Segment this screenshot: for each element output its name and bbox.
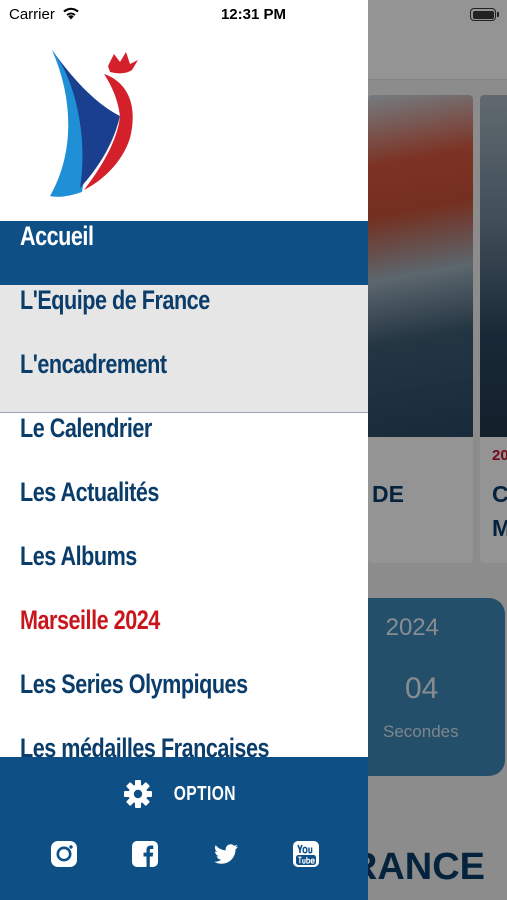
facebook-icon[interactable] — [131, 840, 159, 868]
menu-item-marseille-2024[interactable]: Marseille 2024 — [0, 605, 368, 669]
sailing-team-logo — [50, 50, 138, 197]
status-bar: Carrier 12:31 PM — [0, 0, 507, 30]
menu-item-label: Marseille 2024 — [20, 605, 160, 635]
option-button[interactable]: OPTION — [0, 777, 368, 811]
instagram-icon[interactable] — [50, 840, 78, 868]
menu-item-actualites[interactable]: Les Actualités — [0, 477, 368, 541]
menu-item-label: Les Albums — [20, 541, 137, 571]
menu-item-label: Accueil — [20, 221, 94, 251]
menu-item-label: Le Calendrier — [20, 413, 152, 443]
twitter-icon[interactable] — [212, 840, 240, 868]
status-time: 12:31 PM — [220, 6, 287, 23]
menu-item-label: Les Actualités — [20, 477, 159, 507]
battery-icon — [470, 8, 499, 21]
menu-item-encadrement[interactable]: L'encadrement — [0, 349, 368, 413]
gear-icon — [124, 780, 153, 808]
menu-item-accueil[interactable]: Accueil — [0, 221, 368, 285]
menu-item-calendrier[interactable]: Le Calendrier — [0, 413, 368, 477]
drawer-footer: OPTION — [0, 757, 368, 900]
menu-item-label: L'encadrement — [20, 349, 167, 379]
menu-item-label: L'Equipe de France — [20, 285, 210, 315]
menu-item-equipe-de-france[interactable]: L'Equipe de France — [0, 285, 368, 349]
menu-item-albums[interactable]: Les Albums — [0, 541, 368, 605]
option-label: OPTION — [173, 782, 237, 805]
drawer-menu: Accueil L'Equipe de France L'encadrement… — [0, 221, 368, 757]
menu-item-medailles-francaises[interactable]: Les médailles Françaises — [0, 733, 368, 757]
menu-item-label: Les Series Olympiques — [20, 669, 248, 699]
youtube-icon[interactable] — [292, 840, 320, 868]
navigation-drawer: Accueil L'Equipe de France L'encadrement… — [0, 0, 368, 900]
menu-item-label: Les médailles Françaises — [20, 733, 270, 757]
menu-item-series-olympiques[interactable]: Les Series Olympiques — [0, 669, 368, 733]
